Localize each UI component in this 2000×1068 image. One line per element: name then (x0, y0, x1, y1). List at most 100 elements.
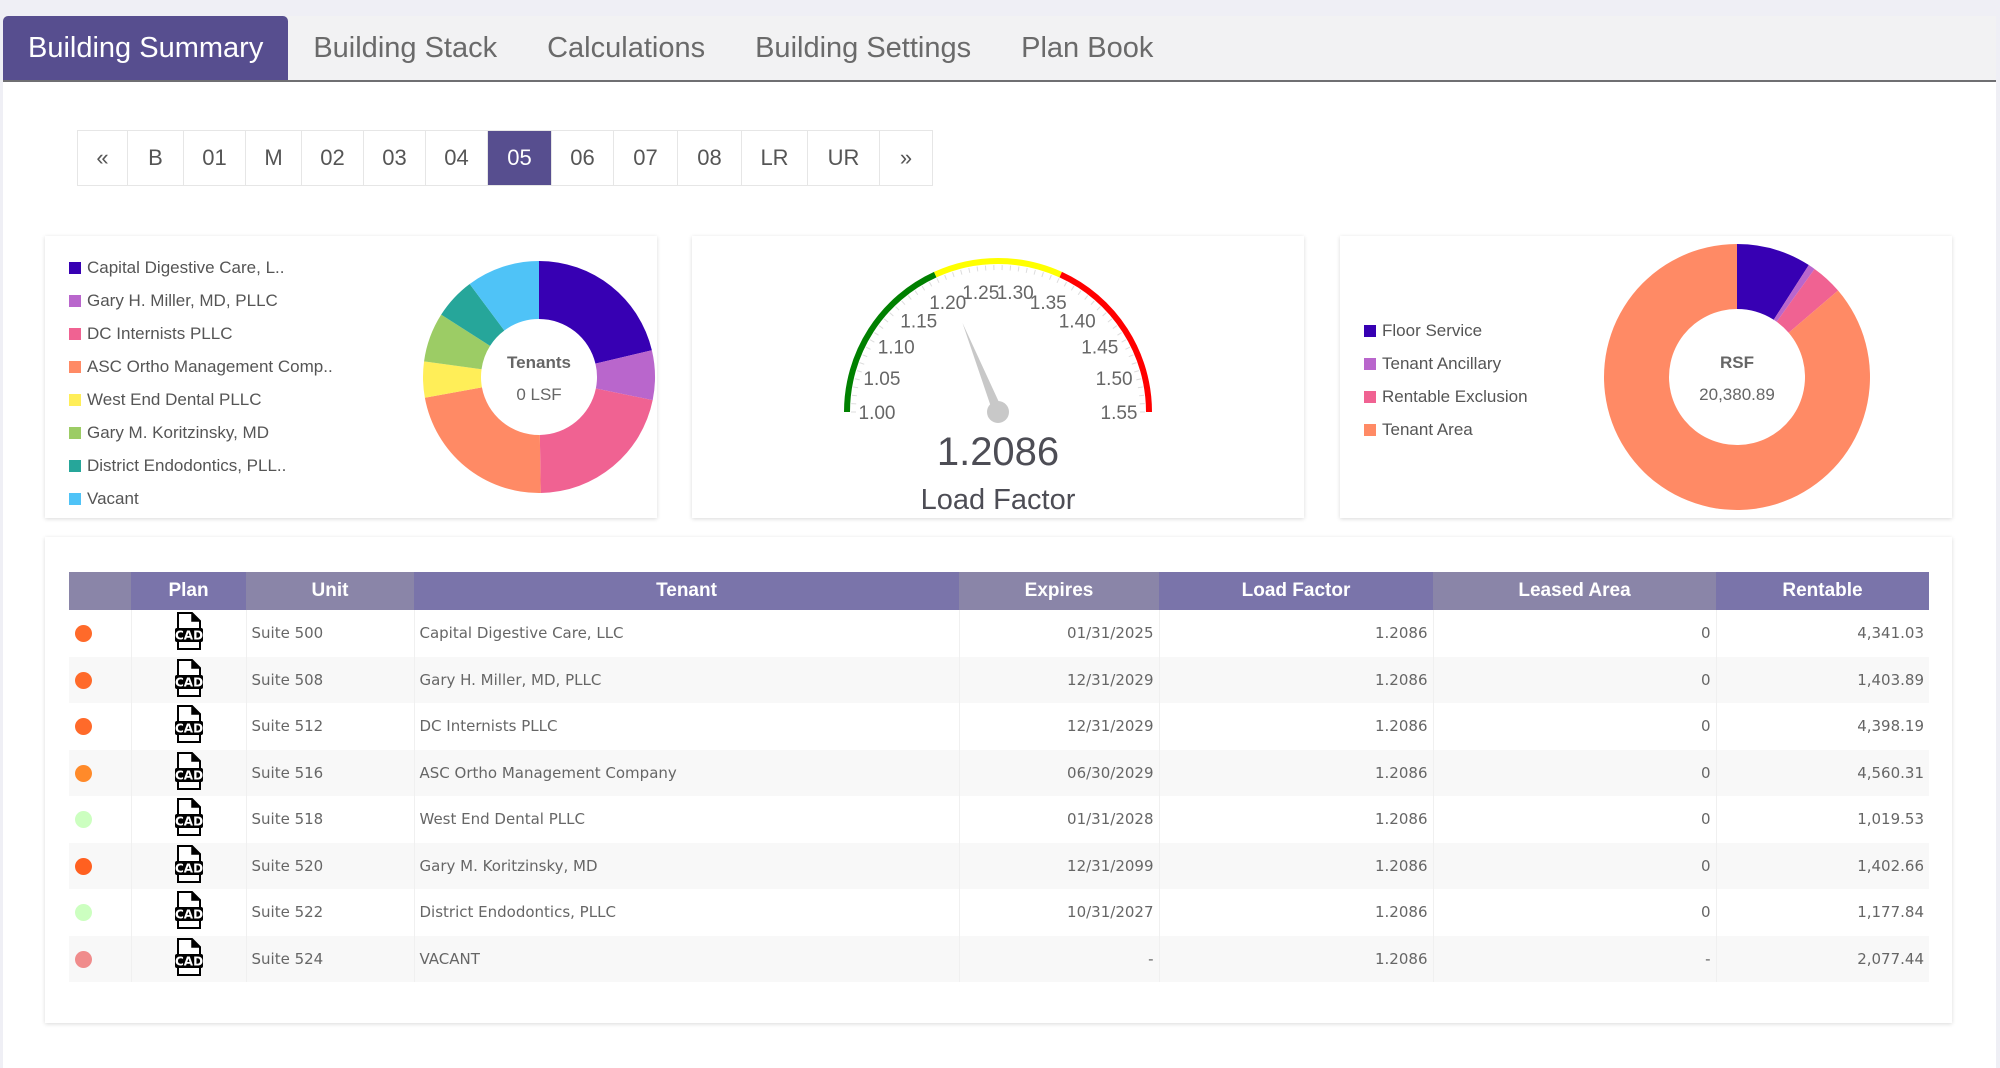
cad-file-icon[interactable]: CAD (174, 798, 204, 840)
gauge-minor-tick (859, 362, 865, 365)
donut-slice-capital-digestive-care-llc[interactable] (539, 261, 652, 364)
column-header-leased-area[interactable]: Leased Area (1433, 572, 1716, 610)
status-dot (75, 671, 92, 689)
status-cell (69, 703, 132, 750)
pagination-prev-button[interactable]: « (78, 131, 128, 185)
load-factor-cell: 1.2086 (1159, 749, 1434, 796)
cad-file-icon[interactable]: CAD (174, 937, 204, 980)
plan-cell: CAD (131, 842, 247, 889)
load-factor-cell: 1.2086 (1159, 610, 1434, 657)
column-header-tenant[interactable]: Tenant (414, 572, 959, 610)
column-header-plan[interactable]: Plan (131, 572, 246, 610)
table-row[interactable]: CAD Suite 518 West End Dental PLLC 01/31/20… (69, 796, 1929, 843)
leased-area-cell: 0 (1433, 749, 1717, 796)
cad-file-icon[interactable]: CAD (174, 658, 204, 701)
unit-cell: Suite 500 (246, 610, 415, 657)
gauge-tick-label: 1.00 (859, 403, 896, 424)
floor-button-02[interactable]: 02 (302, 131, 364, 185)
gauge-minor-tick (883, 318, 889, 323)
column-header-rentable[interactable]: Rentable (1716, 572, 1929, 610)
cad-file-icon[interactable]: CAD (174, 751, 204, 794)
floor-button-08[interactable]: 08 (678, 131, 742, 185)
tab-building-summary[interactable]: Building Summary (3, 16, 289, 80)
table-row[interactable]: CAD Suite 500 Capital Digestive Care, LLC 0… (69, 610, 1929, 657)
column-header-unit[interactable]: Unit (246, 572, 414, 610)
rentable-cell: 4,341.03 (1857, 624, 1924, 643)
plan-cell: CAD (131, 703, 247, 750)
tab-building-settings[interactable]: Building Settings (730, 16, 996, 80)
gauge-minor-tick (856, 370, 862, 373)
tab-calculations[interactable]: Calculations (522, 16, 730, 80)
gauge-band-1 (934, 258, 1062, 278)
gauge-minor-tick (1049, 274, 1052, 280)
floor-button-01[interactable]: 01 (184, 131, 246, 185)
cad-file-icon[interactable]: CAD (174, 612, 204, 654)
table-row[interactable]: CAD Suite 522 District Endodontics, PLLC 10… (69, 889, 1929, 936)
table-row[interactable]: CAD Suite 524 VACANT -1.2086-2,077.44 (69, 935, 1929, 982)
svg-text:CAD: CAD (174, 815, 202, 829)
gauge-minor-tick (976, 266, 979, 272)
tenant-cell: Gary H. Miller, MD, PLLC (414, 656, 960, 703)
unit-cell: Suite 512 (246, 703, 415, 750)
gauge-minor-tick (1025, 267, 1028, 273)
floor-button-05[interactable]: 05 (488, 131, 552, 185)
cad-file-icon[interactable]: CAD (174, 891, 204, 933)
status-cell (69, 842, 132, 889)
gauge-minor-tick (1131, 362, 1137, 365)
svg-text:CAD: CAD (174, 768, 202, 782)
status-dot (75, 625, 92, 643)
gauge-tick-label: 1.45 (1081, 338, 1118, 359)
tab-plan-book[interactable]: Plan Book (996, 16, 1178, 80)
rentable-cell: 1,019.53 (1857, 810, 1924, 829)
floor-button-m[interactable]: M (246, 131, 302, 185)
gauge-tick-label: 1.20 (929, 293, 966, 314)
gauge-minor-tick (889, 312, 894, 317)
floor-button-lr[interactable]: LR (742, 131, 808, 185)
table-row[interactable]: CAD Suite 512 DC Internists PLLC 12/31/2029… (69, 703, 1929, 750)
gauge-minor-tick (1041, 272, 1044, 278)
status-dot (75, 764, 92, 782)
floor-button-ur[interactable]: UR (808, 131, 880, 185)
floor-button-03[interactable]: 03 (364, 131, 426, 185)
floor-button-06[interactable]: 06 (552, 131, 614, 185)
cad-file-icon[interactable]: CAD (174, 705, 204, 747)
expires-cell: 12/31/2099 (959, 842, 1160, 889)
floor-button-07[interactable]: 07 (614, 131, 678, 185)
pagination-next-button[interactable]: » (880, 131, 932, 185)
gauge-minor-tick (907, 295, 912, 300)
expires-cell: 10/31/2027 (959, 889, 1160, 936)
floor-button-b[interactable]: B (128, 131, 184, 185)
svg-text:CAD: CAD (174, 629, 202, 643)
expires-cell: 01/31/2028 (959, 796, 1160, 843)
column-header-status[interactable] (69, 572, 131, 610)
unit-cell: Suite 524 (246, 935, 415, 982)
column-header-expires[interactable]: Expires (959, 572, 1159, 610)
status-dot (75, 718, 92, 736)
gauge-minor-tick (952, 272, 955, 278)
table-row[interactable]: CAD Suite 508 Gary H. Miller, MD, PLLC 12/3… (69, 656, 1929, 703)
tab-building-stack[interactable]: Building Stack (288, 16, 522, 80)
leased-area-cell: 0 (1433, 842, 1717, 889)
cad-file-icon[interactable]: CAD (174, 844, 204, 887)
table-row[interactable]: CAD Suite 516 ASC Ortho Management Company… (69, 749, 1929, 796)
status-dot (75, 950, 92, 968)
expires-cell: 06/30/2029 (959, 749, 1160, 796)
floor-pagination: «B 01 M 02 03 04 05 06 07 08 LR UR» (77, 130, 933, 186)
rsf-chart-card: Floor Service Tenant Ancillary Rentable Ex… (1340, 236, 1952, 518)
table-row[interactable]: CAD Suite 520 Gary M. Koritzinsky, MD 12/31… (69, 842, 1929, 889)
leased-area-cell: 0 (1433, 656, 1717, 703)
gauge-minor-tick (1056, 278, 1060, 284)
status-dot (75, 811, 92, 829)
load-factor-cell: 1.2086 (1159, 935, 1434, 982)
rentable-cell: 1,403.89 (1716, 656, 1929, 703)
column-header-load-factor[interactable]: Load Factor (1159, 572, 1433, 610)
rentable-cell: 1,177.84 (1857, 903, 1924, 922)
status-cell (69, 610, 132, 657)
gauge-label: Load Factor (920, 484, 1076, 516)
unit-cell: Suite 508 (246, 656, 415, 703)
gauge-minor-tick (1107, 318, 1113, 323)
svg-text:CAD: CAD (174, 722, 202, 736)
rsf-center-title: RSF (1720, 353, 1754, 372)
floor-button-04[interactable]: 04 (426, 131, 488, 185)
load-factor-cell: 1.2086 (1159, 703, 1434, 750)
